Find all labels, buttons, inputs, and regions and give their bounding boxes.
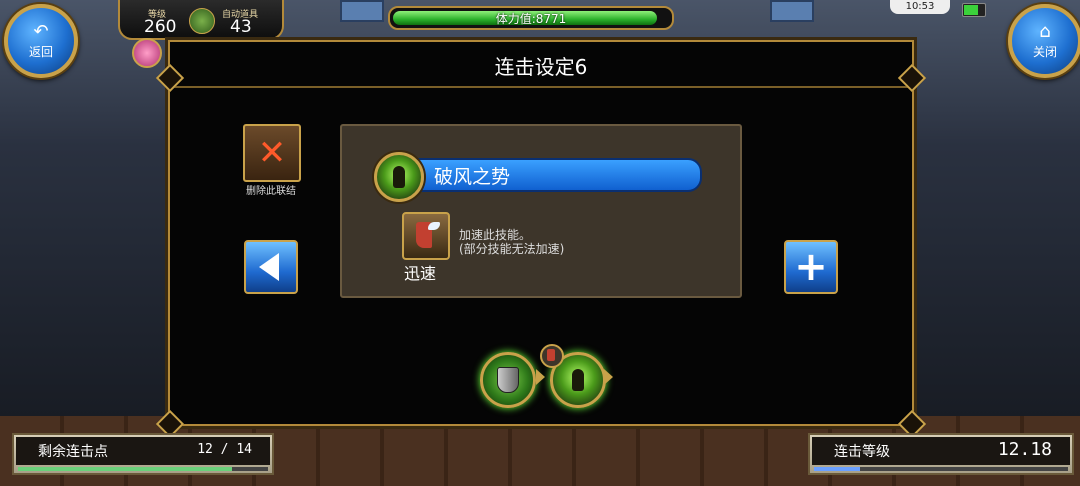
- back-button[interactable]: ↶ 返回: [4, 4, 78, 78]
- triangle-left-icon: [259, 253, 279, 281]
- back-arrow-icon: ↶: [33, 20, 49, 42]
- figure-silhouette: [393, 166, 405, 188]
- combo-points-panel: 剩余连击点 12 / 14: [12, 433, 274, 475]
- delete-link-button[interactable]: ✕: [243, 124, 301, 182]
- delete-link-label: 删除此联结: [246, 186, 296, 197]
- combo-level-fill: [814, 467, 860, 471]
- auto-item-value: 43: [230, 17, 252, 37]
- close-x-icon: ✕: [257, 133, 287, 173]
- panel-header: 连击设定6: [170, 42, 912, 88]
- close-button-label: 关闭: [1032, 44, 1057, 59]
- chain-arrow: [604, 369, 613, 385]
- skill-name-bar[interactable]: 破风之势: [410, 158, 702, 192]
- skill-name: 破风之势: [434, 166, 511, 188]
- skill-detail-box: [340, 124, 742, 298]
- close-button[interactable]: ⌂ 关闭: [1008, 4, 1080, 78]
- speed-desc-line1: 加速此技能。: [459, 228, 532, 242]
- add-button[interactable]: +: [784, 240, 838, 294]
- auto-item-icon: [189, 8, 215, 34]
- skill-icon[interactable]: [374, 152, 424, 202]
- chain-arrow: [536, 369, 545, 385]
- gift-icon[interactable]: [132, 38, 162, 68]
- back-button-label: 返回: [28, 44, 53, 59]
- speed-name: 迅速: [404, 264, 437, 283]
- shield-icon: [497, 367, 519, 393]
- home-icon: ⌂: [1039, 20, 1051, 42]
- background-window: [770, 0, 814, 22]
- speed-boot-icon[interactable]: [402, 212, 450, 260]
- combo-points-value: 12 / 14: [197, 442, 252, 457]
- combo-level-panel: 连击等级 12.18: [808, 433, 1074, 475]
- combo-level-value: 12.18: [997, 439, 1052, 460]
- level-value: 260: [144, 17, 177, 37]
- chain-skill-shield[interactable]: [480, 352, 536, 408]
- boot-shape: [547, 349, 555, 361]
- figure-silhouette: [572, 369, 584, 391]
- speed-desc-line2: (部分技能无法加速): [459, 242, 565, 256]
- speed-badge-icon: [540, 344, 564, 368]
- background-window: [340, 0, 384, 22]
- combo-points-label: 剩余连击点: [38, 444, 108, 460]
- combo-points-bar: [18, 467, 268, 471]
- combo-points-fill: [18, 467, 233, 471]
- battery-icon: [962, 3, 986, 17]
- prev-button[interactable]: [244, 240, 298, 294]
- speed-description: 加速此技能。 (部分技能无法加速): [459, 228, 564, 256]
- stamina-text: 体力值:8771: [495, 12, 567, 26]
- wing-shape: [428, 222, 440, 230]
- panel-title: 连击设定6: [494, 55, 588, 79]
- combo-level-bar: [814, 467, 1068, 471]
- clock: 10:53: [890, 0, 950, 14]
- combo-level-label: 连击等级: [834, 444, 890, 460]
- plus-icon: +: [794, 244, 828, 290]
- stamina-bar: 体力值:8771: [388, 6, 674, 30]
